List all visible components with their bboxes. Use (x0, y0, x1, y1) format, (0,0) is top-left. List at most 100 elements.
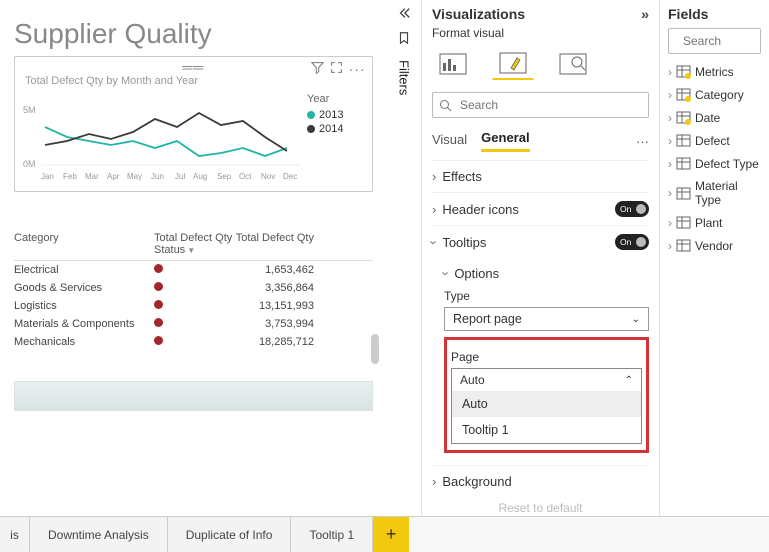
tab-general[interactable]: General (481, 130, 529, 152)
cell-category: Materials & Components (14, 318, 154, 330)
table-scrollbar[interactable] (371, 334, 379, 364)
page-select[interactable]: Auto ⌃ Auto Tooltip 1 (451, 368, 642, 444)
sheet-tab-downtime[interactable]: Downtime Analysis (30, 517, 168, 552)
section-background[interactable]: ›Background (432, 465, 649, 497)
status-dot-icon (154, 300, 163, 309)
table-row[interactable]: Materials & Components 3,753,994 (14, 315, 373, 333)
chart-legend: Year 2013 2014 (307, 93, 343, 183)
cell-qty: 18,285,712 (234, 336, 314, 348)
visualizations-pane-title: Visualizations (432, 6, 525, 22)
svg-text:Jun: Jun (151, 172, 164, 181)
more-options-icon[interactable]: ··· (349, 61, 366, 77)
expand-visualizations-icon[interactable]: » (641, 6, 649, 22)
field-table-category[interactable]: › Category (668, 83, 761, 106)
format-search-input[interactable] (458, 97, 642, 113)
chevron-down-icon: ⌄ (632, 314, 640, 325)
chevron-right-icon: › (668, 157, 672, 171)
table-icon (676, 64, 691, 79)
format-visual-icon[interactable] (492, 48, 534, 80)
add-sheet-button[interactable]: + (373, 517, 409, 552)
cell-status (154, 318, 234, 330)
filters-pane-label[interactable]: Filters (396, 60, 411, 95)
highlighted-page-dropdown: Page Auto ⌃ Auto Tooltip 1 (444, 337, 649, 453)
status-dot-icon (154, 282, 163, 291)
cell-qty: 1,653,462 (234, 264, 314, 276)
build-visual-icon[interactable] (432, 48, 474, 80)
table-row[interactable]: Electrical 1,653,462 (14, 261, 373, 279)
sheet-tab-duplicate[interactable]: Duplicate of Info (168, 517, 292, 552)
reset-to-default[interactable]: Reset to default (432, 501, 649, 515)
chevron-down-icon: › (439, 271, 454, 275)
chevron-right-icon: › (668, 216, 672, 230)
chevron-right-icon: › (668, 239, 672, 253)
cell-category: Goods & Services (14, 282, 154, 294)
visual-drag-handle[interactable]: ══ (182, 59, 204, 75)
column-header-qty[interactable]: Total Defect Qty (234, 232, 314, 256)
column-header-category[interactable]: Category (14, 232, 154, 256)
format-search[interactable] (432, 92, 649, 118)
table-icon (676, 215, 691, 230)
table-icon (676, 186, 691, 201)
svg-text:Mar: Mar (85, 172, 99, 181)
filter-icon[interactable] (311, 61, 324, 77)
category-table[interactable]: Category Total Defect Qty Status▼ Total … (14, 232, 373, 351)
section-effects[interactable]: ›Effects (432, 160, 649, 192)
collapse-filters-icon[interactable] (397, 6, 411, 23)
cell-status (154, 264, 234, 276)
field-table-metrics[interactable]: › Metrics (668, 60, 761, 83)
cell-category: Electrical (14, 264, 154, 276)
sheet-tab-tooltip1[interactable]: Tooltip 1 (291, 517, 373, 552)
section-tooltips[interactable]: ›Tooltips (432, 225, 649, 258)
field-table-label: Defect (695, 134, 730, 148)
format-visual-label: Format visual (432, 26, 649, 40)
map-visual[interactable] (14, 381, 373, 411)
tab-visual[interactable]: Visual (432, 132, 467, 151)
chevron-right-icon: › (432, 202, 436, 217)
cell-qty: 13,151,993 (234, 300, 314, 312)
line-chart-visual[interactable]: ══ ··· Total Defect Qty by Month and Yea… (14, 56, 373, 192)
field-table-material-type[interactable]: › Material Type (668, 175, 761, 211)
fields-pane-title: Fields (668, 6, 708, 22)
tooltips-toggle[interactable] (615, 234, 649, 250)
page-option-tooltip1[interactable]: Tooltip 1 (452, 417, 641, 443)
svg-text:May: May (127, 172, 142, 181)
chevron-right-icon: › (668, 88, 672, 102)
table-row[interactable]: Mechanicals 18,285,712 (14, 333, 373, 351)
column-header-status[interactable]: Total Defect Qty Status▼ (154, 232, 234, 256)
svg-text:Feb: Feb (63, 172, 77, 181)
svg-text:Aug: Aug (193, 172, 207, 181)
sort-desc-icon: ▼ (187, 246, 195, 255)
sheet-tab-truncated[interactable]: is (0, 517, 30, 552)
table-row[interactable]: Goods & Services 3,356,864 (14, 279, 373, 297)
cell-qty: 3,356,864 (234, 282, 314, 294)
type-label: Type (444, 289, 649, 303)
fields-search[interactable] (668, 28, 761, 54)
chevron-right-icon: › (668, 134, 672, 148)
analytics-icon[interactable] (552, 48, 594, 80)
svg-text:Jul: Jul (175, 172, 185, 181)
tab-more-icon[interactable]: ··· (636, 134, 649, 149)
header-icons-toggle[interactable] (615, 201, 649, 217)
bookmark-icon[interactable] (397, 31, 411, 48)
field-table-date[interactable]: › Date (668, 106, 761, 129)
fields-search-input[interactable] (681, 33, 769, 49)
page-option-auto[interactable]: Auto (452, 391, 641, 417)
focus-mode-icon[interactable] (330, 61, 343, 77)
svg-text:0M: 0M (23, 159, 36, 169)
field-table-plant[interactable]: › Plant (668, 211, 761, 234)
field-table-defect-type[interactable]: › Defect Type (668, 152, 761, 175)
field-table-label: Date (695, 111, 720, 125)
section-header-icons[interactable]: ›Header icons (432, 192, 649, 225)
chart-plot-area[interactable]: 5M 0M JanFebMar AprMayJun JulAugSep OctN… (23, 93, 303, 183)
svg-text:Jan: Jan (41, 172, 54, 181)
chevron-right-icon: › (668, 111, 672, 125)
field-table-label: Material Type (695, 179, 761, 207)
field-table-defect[interactable]: › Defect (668, 129, 761, 152)
cell-status (154, 300, 234, 312)
svg-text:Oct: Oct (239, 172, 252, 181)
field-table-vendor[interactable]: › Vendor (668, 234, 761, 257)
table-icon (676, 238, 691, 253)
table-row[interactable]: Logistics 13,151,993 (14, 297, 373, 315)
section-options[interactable]: ›Options (432, 262, 649, 283)
type-select[interactable]: Report page ⌄ (444, 307, 649, 331)
